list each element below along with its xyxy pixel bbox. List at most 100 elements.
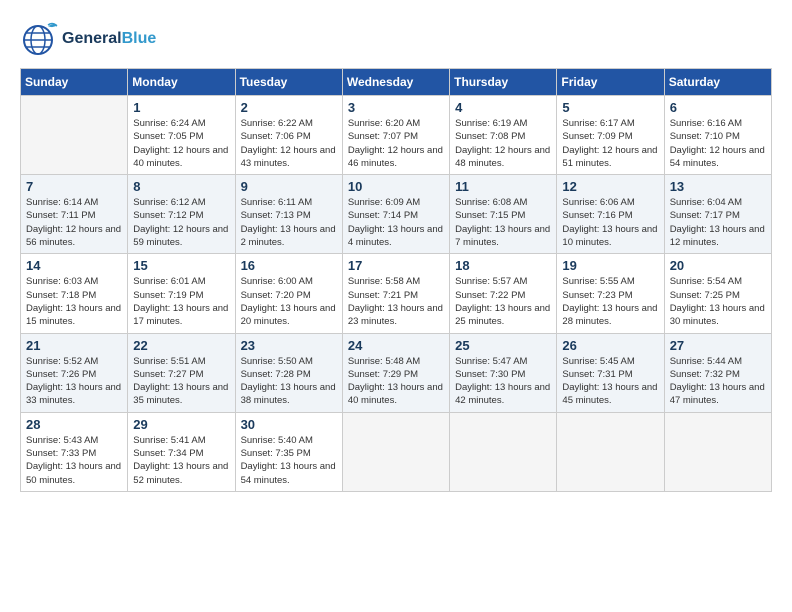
sunrise-text: Sunrise: 5:44 AM: [670, 355, 766, 368]
weekday-header: Tuesday: [235, 69, 342, 96]
calendar-day-cell: [557, 412, 664, 491]
calendar-day-cell: [664, 412, 771, 491]
logo-text: GeneralBlue: [62, 30, 156, 48]
sunset-text: Sunset: 7:16 PM: [562, 209, 658, 222]
sunrise-text: Sunrise: 5:54 AM: [670, 275, 766, 288]
day-info: Sunrise: 5:55 AM Sunset: 7:23 PM Dayligh…: [562, 275, 658, 328]
calendar-day-cell: 8 Sunrise: 6:12 AM Sunset: 7:12 PM Dayli…: [128, 175, 235, 254]
day-number: 5: [562, 100, 658, 115]
sunset-text: Sunset: 7:22 PM: [455, 289, 551, 302]
sunset-text: Sunset: 7:20 PM: [241, 289, 337, 302]
daylight-text: Daylight: 13 hours and 33 minutes.: [26, 381, 122, 408]
calendar-week-row: 14 Sunrise: 6:03 AM Sunset: 7:18 PM Dayl…: [21, 254, 772, 333]
sunset-text: Sunset: 7:08 PM: [455, 130, 551, 143]
calendar-table: SundayMondayTuesdayWednesdayThursdayFrid…: [20, 68, 772, 492]
day-number: 22: [133, 338, 229, 353]
sunset-text: Sunset: 7:35 PM: [241, 447, 337, 460]
day-info: Sunrise: 5:57 AM Sunset: 7:22 PM Dayligh…: [455, 275, 551, 328]
page-header: GeneralBlue: [20, 20, 772, 58]
sunset-text: Sunset: 7:25 PM: [670, 289, 766, 302]
daylight-text: Daylight: 12 hours and 46 minutes.: [348, 144, 444, 171]
sunrise-text: Sunrise: 6:08 AM: [455, 196, 551, 209]
weekday-header: Monday: [128, 69, 235, 96]
day-number: 4: [455, 100, 551, 115]
day-number: 9: [241, 179, 337, 194]
day-info: Sunrise: 5:41 AM Sunset: 7:34 PM Dayligh…: [133, 434, 229, 487]
calendar-day-cell: 27 Sunrise: 5:44 AM Sunset: 7:32 PM Dayl…: [664, 333, 771, 412]
daylight-text: Daylight: 13 hours and 23 minutes.: [348, 302, 444, 329]
calendar-day-cell: [450, 412, 557, 491]
daylight-text: Daylight: 13 hours and 12 minutes.: [670, 223, 766, 250]
calendar-day-cell: 25 Sunrise: 5:47 AM Sunset: 7:30 PM Dayl…: [450, 333, 557, 412]
calendar-day-cell: 13 Sunrise: 6:04 AM Sunset: 7:17 PM Dayl…: [664, 175, 771, 254]
day-info: Sunrise: 6:22 AM Sunset: 7:06 PM Dayligh…: [241, 117, 337, 170]
day-info: Sunrise: 5:45 AM Sunset: 7:31 PM Dayligh…: [562, 355, 658, 408]
daylight-text: Daylight: 12 hours and 51 minutes.: [562, 144, 658, 171]
sunset-text: Sunset: 7:30 PM: [455, 368, 551, 381]
day-number: 25: [455, 338, 551, 353]
day-info: Sunrise: 5:44 AM Sunset: 7:32 PM Dayligh…: [670, 355, 766, 408]
day-info: Sunrise: 5:48 AM Sunset: 7:29 PM Dayligh…: [348, 355, 444, 408]
sunset-text: Sunset: 7:34 PM: [133, 447, 229, 460]
daylight-text: Daylight: 13 hours and 50 minutes.: [26, 460, 122, 487]
sunset-text: Sunset: 7:07 PM: [348, 130, 444, 143]
calendar-day-cell: 11 Sunrise: 6:08 AM Sunset: 7:15 PM Dayl…: [450, 175, 557, 254]
daylight-text: Daylight: 13 hours and 54 minutes.: [241, 460, 337, 487]
day-number: 6: [670, 100, 766, 115]
daylight-text: Daylight: 13 hours and 52 minutes.: [133, 460, 229, 487]
day-number: 19: [562, 258, 658, 273]
daylight-text: Daylight: 13 hours and 40 minutes.: [348, 381, 444, 408]
calendar-week-row: 7 Sunrise: 6:14 AM Sunset: 7:11 PM Dayli…: [21, 175, 772, 254]
day-number: 28: [26, 417, 122, 432]
calendar-day-cell: 22 Sunrise: 5:51 AM Sunset: 7:27 PM Dayl…: [128, 333, 235, 412]
calendar-day-cell: 18 Sunrise: 5:57 AM Sunset: 7:22 PM Dayl…: [450, 254, 557, 333]
logo-globe-icon: [20, 20, 60, 58]
day-info: Sunrise: 6:12 AM Sunset: 7:12 PM Dayligh…: [133, 196, 229, 249]
calendar-day-cell: 15 Sunrise: 6:01 AM Sunset: 7:19 PM Dayl…: [128, 254, 235, 333]
day-info: Sunrise: 6:16 AM Sunset: 7:10 PM Dayligh…: [670, 117, 766, 170]
sunset-text: Sunset: 7:21 PM: [348, 289, 444, 302]
calendar-day-cell: 1 Sunrise: 6:24 AM Sunset: 7:05 PM Dayli…: [128, 96, 235, 175]
daylight-text: Daylight: 13 hours and 47 minutes.: [670, 381, 766, 408]
sunset-text: Sunset: 7:11 PM: [26, 209, 122, 222]
calendar-week-row: 21 Sunrise: 5:52 AM Sunset: 7:26 PM Dayl…: [21, 333, 772, 412]
sunrise-text: Sunrise: 5:55 AM: [562, 275, 658, 288]
sunrise-text: Sunrise: 5:58 AM: [348, 275, 444, 288]
sunrise-text: Sunrise: 6:12 AM: [133, 196, 229, 209]
day-number: 16: [241, 258, 337, 273]
daylight-text: Daylight: 13 hours and 17 minutes.: [133, 302, 229, 329]
sunrise-text: Sunrise: 6:00 AM: [241, 275, 337, 288]
sunrise-text: Sunrise: 5:41 AM: [133, 434, 229, 447]
daylight-text: Daylight: 13 hours and 42 minutes.: [455, 381, 551, 408]
calendar-day-cell: 7 Sunrise: 6:14 AM Sunset: 7:11 PM Dayli…: [21, 175, 128, 254]
calendar-day-cell: 21 Sunrise: 5:52 AM Sunset: 7:26 PM Dayl…: [21, 333, 128, 412]
calendar-day-cell: 29 Sunrise: 5:41 AM Sunset: 7:34 PM Dayl…: [128, 412, 235, 491]
sunrise-text: Sunrise: 5:50 AM: [241, 355, 337, 368]
day-number: 29: [133, 417, 229, 432]
sunrise-text: Sunrise: 6:24 AM: [133, 117, 229, 130]
day-info: Sunrise: 5:58 AM Sunset: 7:21 PM Dayligh…: [348, 275, 444, 328]
sunrise-text: Sunrise: 6:14 AM: [26, 196, 122, 209]
day-info: Sunrise: 6:09 AM Sunset: 7:14 PM Dayligh…: [348, 196, 444, 249]
day-number: 15: [133, 258, 229, 273]
sunrise-text: Sunrise: 5:51 AM: [133, 355, 229, 368]
calendar-day-cell: 20 Sunrise: 5:54 AM Sunset: 7:25 PM Dayl…: [664, 254, 771, 333]
calendar-day-cell: 17 Sunrise: 5:58 AM Sunset: 7:21 PM Dayl…: [342, 254, 449, 333]
sunset-text: Sunset: 7:13 PM: [241, 209, 337, 222]
day-info: Sunrise: 6:08 AM Sunset: 7:15 PM Dayligh…: [455, 196, 551, 249]
daylight-text: Daylight: 13 hours and 35 minutes.: [133, 381, 229, 408]
daylight-text: Daylight: 13 hours and 20 minutes.: [241, 302, 337, 329]
sunset-text: Sunset: 7:14 PM: [348, 209, 444, 222]
sunrise-text: Sunrise: 6:17 AM: [562, 117, 658, 130]
calendar-day-cell: 9 Sunrise: 6:11 AM Sunset: 7:13 PM Dayli…: [235, 175, 342, 254]
day-info: Sunrise: 6:00 AM Sunset: 7:20 PM Dayligh…: [241, 275, 337, 328]
sunrise-text: Sunrise: 5:48 AM: [348, 355, 444, 368]
day-number: 17: [348, 258, 444, 273]
day-number: 26: [562, 338, 658, 353]
sunset-text: Sunset: 7:33 PM: [26, 447, 122, 460]
daylight-text: Daylight: 13 hours and 30 minutes.: [670, 302, 766, 329]
sunrise-text: Sunrise: 6:22 AM: [241, 117, 337, 130]
day-number: 8: [133, 179, 229, 194]
weekday-header: Friday: [557, 69, 664, 96]
daylight-text: Daylight: 13 hours and 7 minutes.: [455, 223, 551, 250]
